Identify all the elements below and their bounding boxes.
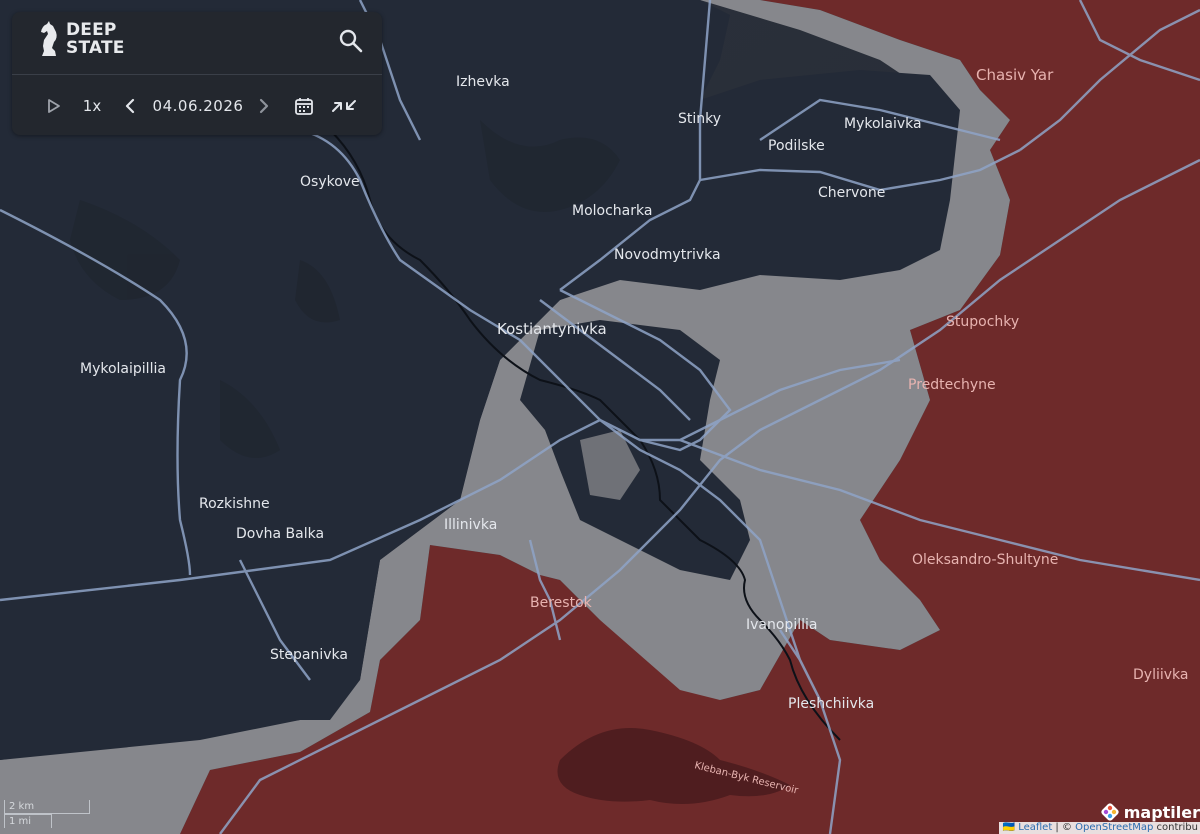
label-molocharka: Molocharka [572,203,652,219]
timeline-controls: 1x 04.06.2026 [12,86,382,126]
label-rozkishne: Rozkishne [199,496,270,512]
scale-bar: 2 km 1 mi [4,800,90,828]
maptiler-icon [1101,803,1119,821]
compare-icon [332,100,356,112]
deepstate-logo[interactable]: DEEP STATE [38,20,125,58]
maptiler-brand: maptiler [1123,802,1200,822]
attribution-separator: | © [1052,822,1076,833]
label-chervone: Chervone [818,185,885,201]
compare-button[interactable] [330,86,358,126]
label-dyliivka: Dyliivka [1133,667,1188,683]
label-chasiv-yar: Chasiv Yar [976,66,1054,84]
label-predtechyne: Predtechyne [908,377,996,393]
label-oleksandro-shultyne: Oleksandro-Shultyne [912,552,1058,568]
logo-line2: STATE [66,38,125,58]
label-stepanivka: Stepanivka [270,647,348,663]
osm-link[interactable]: OpenStreetMap [1075,822,1153,833]
prev-date-icon [125,98,135,114]
maptiler-logo[interactable]: maptiler [1100,802,1200,822]
label-podilske: Podilske [768,138,825,154]
attribution-bar: 🇺🇦 Leaflet | © OpenStreetMap contribu [998,822,1200,834]
label-mykolaipillia: Mykolaipillia [80,361,166,377]
next-date-icon [259,98,269,114]
label-stupochky: Stupochky [946,314,1019,330]
logo-knight-icon [41,21,57,56]
label-osykove: Osykove [300,174,360,190]
scale-km: 2 km [4,800,90,814]
ukraine-flag-icon: 🇺🇦 [1002,822,1015,833]
control-panel: DEEP STATE 1x 04.06.2026 [12,12,382,135]
leaflet-link[interactable]: Leaflet [1018,822,1052,833]
play-icon [48,99,60,113]
calendar-icon [295,98,313,115]
label-stinky: Stinky [678,111,721,127]
label-ivanopillia: Ivanopillia [746,617,817,633]
next-date-button[interactable] [254,86,274,126]
logo-line1: DEEP [66,20,117,40]
search-button[interactable] [338,28,364,54]
prev-date-button[interactable] [120,86,140,126]
label-kostiantynivka: Kostiantynivka [497,320,607,338]
label-pleshchiivka: Pleshchiivka [788,696,874,712]
calendar-button[interactable] [292,86,316,126]
panel-divider [12,74,382,75]
play-button[interactable] [42,86,66,126]
speed-button[interactable]: 1x [80,86,104,126]
attribution-rest: contribu [1153,822,1198,833]
search-icon [339,29,363,53]
label-berestok: Berestok [530,595,593,611]
label-mykolaivka: Mykolaivka [844,116,922,132]
label-dovha-balka: Dovha Balka [236,526,324,542]
scale-mi: 1 mi [4,814,52,828]
label-illinivka: Illinivka [444,517,497,533]
date-display[interactable]: 04.06.2026 [150,86,246,126]
label-izhevka: Izhevka [456,74,510,90]
label-novodmytrivka: Novodmytrivka [614,247,721,263]
